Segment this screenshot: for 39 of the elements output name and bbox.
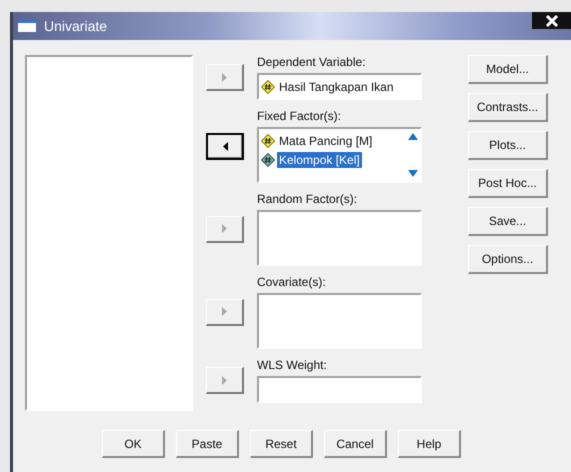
- dialog-button[interactable]: Reset: [250, 430, 313, 458]
- right-arrow-icon: [222, 307, 227, 316]
- variable-icon: [261, 134, 275, 148]
- variable-icon: [261, 80, 275, 94]
- dialog-button[interactable]: Save...: [468, 207, 548, 236]
- dialog-button[interactable]: Post Hoc...: [468, 169, 548, 198]
- right-arrow-icon: [222, 376, 227, 384]
- variable-list[interactable]: [257, 210, 422, 266]
- field-label: Random Factor(s):: [257, 192, 358, 207]
- dialog-button[interactable]: OK: [102, 430, 165, 458]
- close-icon: [544, 14, 558, 26]
- scroll-up-icon: [408, 133, 418, 140]
- list-item[interactable]: Hasil Tangkapan Ikan: [277, 78, 396, 94]
- dialog-button[interactable]: Paste: [176, 430, 239, 458]
- right-arrow-icon: [222, 72, 227, 82]
- dialog-button[interactable]: Contrasts...: [468, 93, 548, 122]
- variable-field[interactable]: [257, 376, 422, 403]
- variable-field[interactable]: Hasil Tangkapan Ikan: [257, 73, 422, 100]
- dialog-button[interactable]: Plots...: [468, 131, 548, 160]
- scroll-down-icon: [408, 170, 418, 177]
- left-arrow-icon: [222, 142, 228, 150]
- field-label: Covariate(s):: [257, 275, 327, 290]
- right-arrow-icon: [222, 224, 227, 233]
- variable-list[interactable]: [257, 293, 422, 349]
- dialog-button[interactable]: Options...: [468, 245, 548, 274]
- list-item[interactable]: Kelompok [Kel]: [277, 152, 362, 168]
- list-item[interactable]: Mata Pancing [M]: [277, 132, 374, 148]
- close-button[interactable]: [532, 12, 571, 29]
- dialog-button[interactable]: Model...: [468, 55, 548, 84]
- window-icon: [18, 20, 36, 32]
- variable-icon: [261, 152, 275, 166]
- field-label: Fixed Factor(s):: [257, 109, 342, 124]
- dialog-button[interactable]: Help: [398, 430, 461, 458]
- dialog-button[interactable]: Cancel: [324, 430, 387, 458]
- field-label: Dependent Variable:: [257, 55, 367, 70]
- field-label: WLS Weight:: [257, 358, 328, 373]
- variable-list[interactable]: Mata Pancing [M] Kelompok [Kel]: [257, 127, 422, 183]
- move-button[interactable]: [206, 132, 244, 160]
- window-title: Univariate: [44, 18, 108, 34]
